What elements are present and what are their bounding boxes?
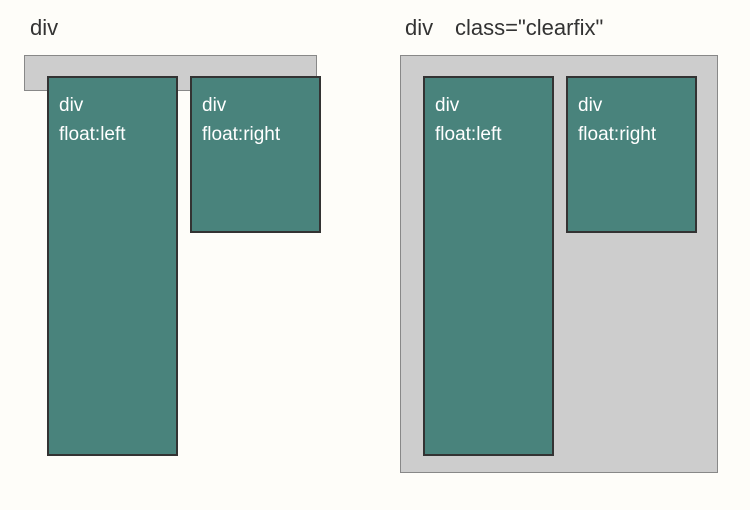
- box-label-line2: float:right: [578, 120, 687, 149]
- box-label-line1: div: [435, 91, 544, 120]
- float-right-box: div float:right: [190, 76, 321, 233]
- right-header-div-label: div: [405, 15, 433, 41]
- box-label-line1: div: [578, 91, 687, 120]
- right-header-class-label: class="clearfix": [455, 15, 603, 41]
- float-left-box: div float:left: [423, 76, 554, 456]
- box-label-line2: float:left: [435, 120, 544, 149]
- box-label-line1: div: [59, 91, 168, 120]
- demo-without-clearfix: div float:left div float:right: [24, 55, 317, 91]
- demo-with-clearfix: div float:left div float:right: [400, 55, 718, 473]
- collapsed-container: div float:left div float:right: [24, 55, 317, 91]
- box-label-line2: float:left: [59, 120, 168, 149]
- left-header-label: div: [30, 15, 58, 41]
- box-label-line2: float:right: [202, 120, 311, 149]
- box-label-line1: div: [202, 91, 311, 120]
- float-left-box: div float:left: [47, 76, 178, 456]
- clearfix-container: div float:left div float:right: [400, 55, 718, 473]
- float-right-box: div float:right: [566, 76, 697, 233]
